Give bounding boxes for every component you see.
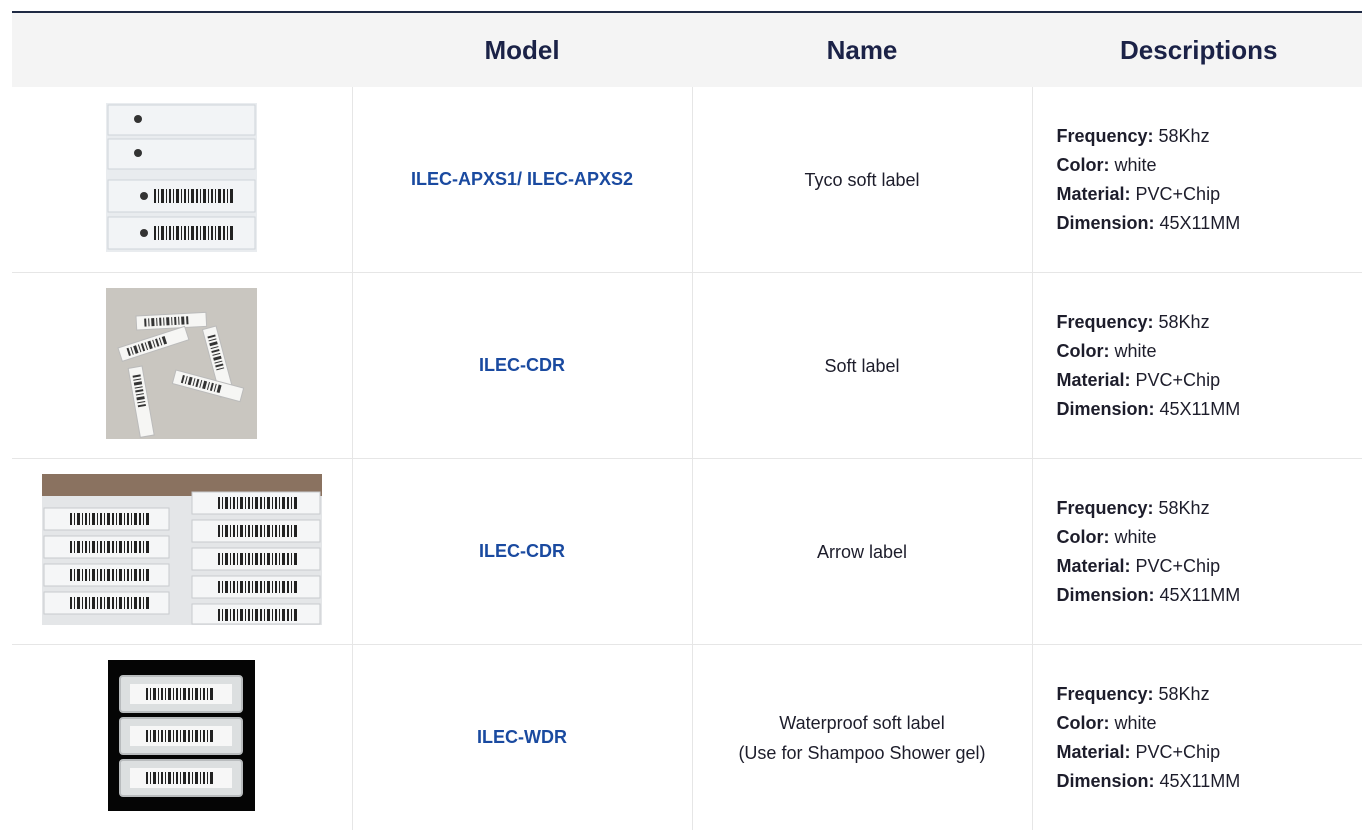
dimension-label: Dimension: [1057,585,1155,605]
description-cell: Frequency: 58Khz Color: white Material: … [1032,459,1362,645]
model-cell: ILEC-APXS1/ ILEC-APXS2 [352,87,692,273]
color-label: Color: [1057,527,1110,547]
color-line: Color: white [1057,523,1362,552]
header-image [12,13,352,87]
dimension-value: 45X11MM [1155,585,1241,605]
material-line: Material: PVC+Chip [1057,180,1362,209]
arrow-labels-photo [42,474,322,630]
table-row: ILEC-APXS1/ ILEC-APXS2 Tyco soft label F… [12,87,1362,273]
dimension-label: Dimension: [1057,771,1155,791]
description-cell: Frequency: 58Khz Color: white Material: … [1032,645,1362,830]
dimension-value: 45X11MM [1155,771,1241,791]
frequency-label: Frequency: [1057,126,1154,146]
material-line: Material: PVC+Chip [1057,552,1362,581]
name-line: Waterproof soft label [693,708,1032,738]
header-row: Model Name Descriptions [12,13,1362,87]
model-cell: ILEC-CDR [352,273,692,459]
frequency-value: 58Khz [1154,684,1210,704]
product-table: Model Name Descriptions [12,13,1362,830]
color-line: Color: white [1057,337,1362,366]
dimension-line: Dimension: 45X11MM [1057,767,1362,796]
material-line: Material: PVC+Chip [1057,366,1362,395]
header-name: Name [692,13,1032,87]
name-cell: Waterproof soft label (Use for Shampoo S… [692,645,1032,830]
frequency-label: Frequency: [1057,498,1154,518]
product-image-cell [12,459,352,645]
name-line: Tyco soft label [693,165,1032,195]
name-line: Arrow label [693,537,1032,567]
dimension-line: Dimension: 45X11MM [1057,209,1362,238]
material-line: Material: PVC+Chip [1057,738,1362,767]
material-value: PVC+Chip [1131,184,1221,204]
name-cell: Arrow label [692,459,1032,645]
material-label: Material: [1057,370,1131,390]
color-label: Color: [1057,341,1110,361]
color-value: white [1110,527,1157,547]
description-cell: Frequency: 58Khz Color: white Material: … [1032,273,1362,459]
color-line: Color: white [1057,709,1362,738]
scattered-labels-photo [106,288,257,444]
product-image-cell [12,273,352,459]
name-line: Soft label [693,351,1032,381]
name-cell: Soft label [692,273,1032,459]
frequency-line: Frequency: 58Khz [1057,680,1362,709]
frequency-line: Frequency: 58Khz [1057,494,1362,523]
color-label: Color: [1057,713,1110,733]
model-cell: ILEC-WDR [352,645,692,830]
frequency-line: Frequency: 58Khz [1057,308,1362,337]
material-value: PVC+Chip [1131,556,1221,576]
name-cell: Tyco soft label [692,87,1032,273]
color-value: white [1110,341,1157,361]
waterproof-labels-photo [108,660,255,816]
dimension-line: Dimension: 45X11MM [1057,581,1362,610]
description-cell: Frequency: 58Khz Color: white Material: … [1032,87,1362,273]
frequency-value: 58Khz [1154,312,1210,332]
frequency-line: Frequency: 58Khz [1057,122,1362,151]
model-cell: ILEC-CDR [352,459,692,645]
color-line: Color: white [1057,151,1362,180]
color-value: white [1110,713,1157,733]
frequency-value: 58Khz [1154,126,1210,146]
color-value: white [1110,155,1157,175]
dimension-value: 45X11MM [1155,399,1241,419]
product-image-cell [12,645,352,830]
dimension-line: Dimension: 45X11MM [1057,395,1362,424]
material-label: Material: [1057,184,1131,204]
apxs-labels-photo [106,103,257,257]
header-descriptions: Descriptions [1032,13,1362,87]
table-row: ILEC-WDR Waterproof soft label (Use for … [12,645,1362,830]
material-label: Material: [1057,742,1131,762]
frequency-label: Frequency: [1057,312,1154,332]
header-model: Model [352,13,692,87]
dimension-label: Dimension: [1057,399,1155,419]
material-label: Material: [1057,556,1131,576]
table-row: ILEC-CDR Arrow label Frequency: 58Khz Co… [12,459,1362,645]
dimension-label: Dimension: [1057,213,1155,233]
table-row: ILEC-CDR Soft label Frequency: 58Khz Col… [12,273,1362,459]
name-line-secondary: (Use for Shampoo Shower gel) [693,738,1032,768]
material-value: PVC+Chip [1131,742,1221,762]
color-label: Color: [1057,155,1110,175]
frequency-value: 58Khz [1154,498,1210,518]
dimension-value: 45X11MM [1155,213,1241,233]
product-image-cell [12,87,352,273]
frequency-label: Frequency: [1057,684,1154,704]
material-value: PVC+Chip [1131,370,1221,390]
